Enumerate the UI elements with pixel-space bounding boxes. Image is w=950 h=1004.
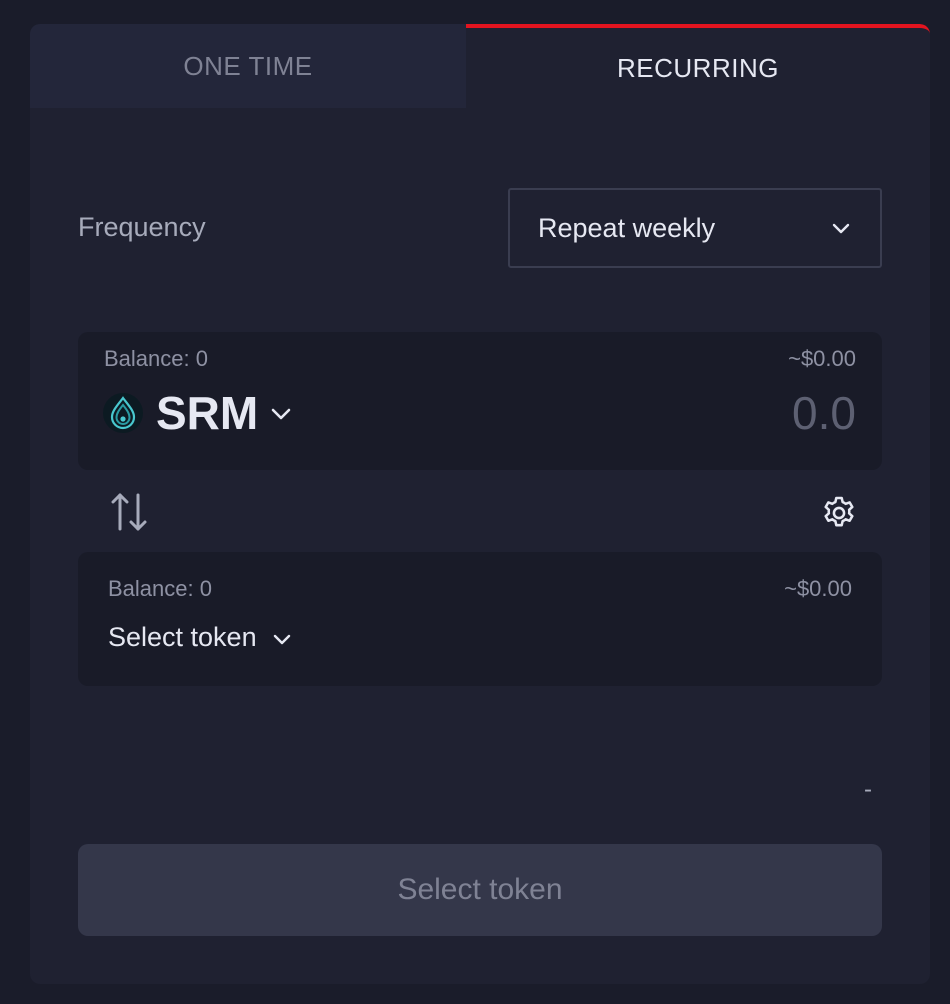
from-token-symbol[interactable]: SRM xyxy=(156,386,258,440)
from-balance: Balance: 0 xyxy=(104,346,208,371)
from-token-panel: Balance: 0 ~$0.00 SRM 0.0 xyxy=(78,332,882,470)
to-token-panel: Balance: 0 ~$0.00 Select token xyxy=(78,552,882,686)
frequency-label: Frequency xyxy=(78,212,206,242)
tab-recurring[interactable]: RECURRING xyxy=(466,24,930,108)
from-usd-value: ~$0.00 xyxy=(788,346,856,371)
chevron-down-icon xyxy=(832,223,850,234)
select-token-button[interactable]: Select token xyxy=(78,844,882,936)
frequency-value: Repeat weekly xyxy=(538,212,716,243)
frequency-select[interactable]: Repeat weekly xyxy=(508,188,882,268)
tab-bar: ONE TIME RECURRING xyxy=(30,24,930,108)
to-balance: Balance: 0 xyxy=(108,576,212,601)
chevron-down-icon[interactable] xyxy=(268,403,294,425)
to-token-select[interactable]: Select token xyxy=(108,622,257,653)
srm-logo-icon xyxy=(103,393,143,433)
to-usd-value: ~$0.00 xyxy=(784,576,852,601)
recurring-swap-card: ONE TIME RECURRING Frequency Repeat week… xyxy=(30,24,930,984)
swap-arrows-icon[interactable] xyxy=(110,490,148,534)
from-amount-input[interactable]: 0.0 xyxy=(792,386,856,440)
tab-one-time[interactable]: ONE TIME xyxy=(30,24,466,108)
chevron-down-icon[interactable] xyxy=(270,630,294,650)
rate-value: - xyxy=(864,776,872,803)
gear-icon[interactable] xyxy=(820,494,858,532)
